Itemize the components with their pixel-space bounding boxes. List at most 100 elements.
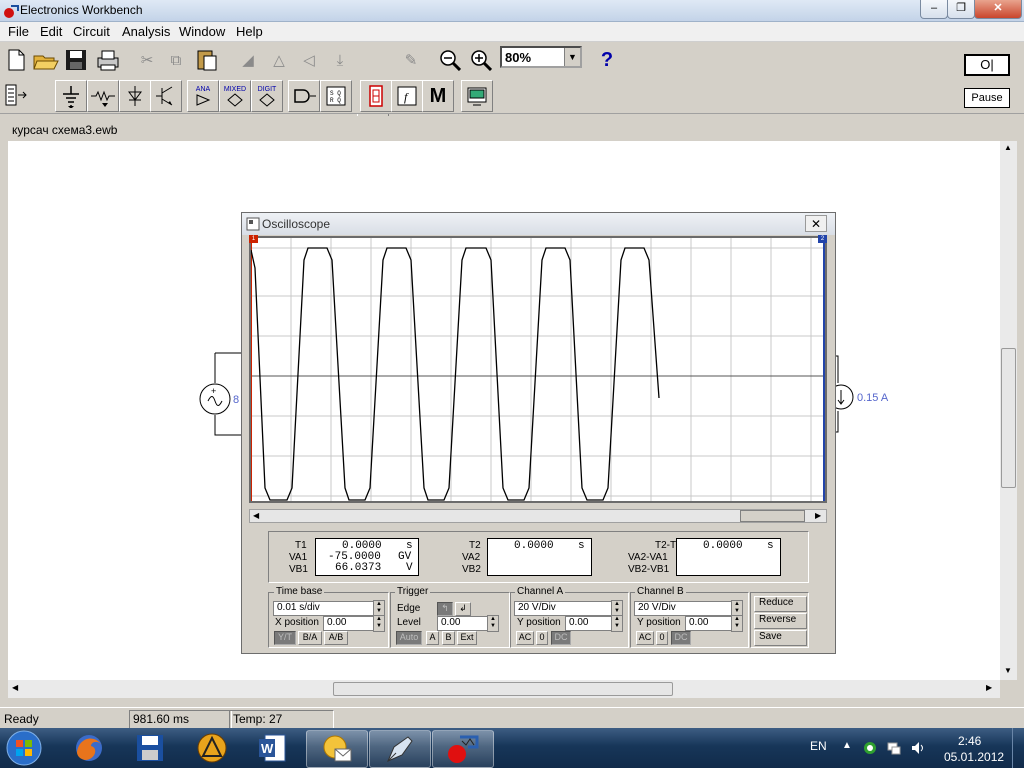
archiver-taskbar-icon[interactable] [182,730,242,766]
transistors-bin-icon[interactable] [150,80,182,112]
pen-taskbar-icon[interactable] [369,730,431,768]
word-taskbar-icon[interactable]: W [243,730,303,766]
menu-window[interactable]: Window [179,24,225,39]
maximize-button[interactable]: ❐ [947,0,975,19]
channel-b-ypos-spinner-icon[interactable]: ▲ ▼ [731,615,743,632]
oscilloscope-screen[interactable]: 1 2 [249,235,827,503]
menu-circuit[interactable]: Circuit [73,24,110,39]
level-input[interactable]: 0.00 [437,616,492,631]
paste-icon[interactable] [194,47,220,73]
ba-button[interactable]: B/A [298,631,322,645]
show-desktop-button[interactable] [1012,728,1024,768]
trigger-auto-button[interactable]: Auto [396,631,422,645]
mail-taskbar-icon[interactable] [306,730,368,768]
help-button[interactable]: ? [594,47,620,73]
analog-ics-bin[interactable]: ANA [187,80,219,112]
new-file-icon[interactable] [3,47,29,73]
ab-button[interactable]: A/B [324,631,348,645]
screen-scroll-thumb[interactable] [740,510,805,522]
minimize-button[interactable]: – [920,0,948,19]
scroll-left-icon[interactable]: ◀ [12,683,18,692]
edge-rising-icon[interactable]: ↰ [437,602,453,616]
zoom-out-icon[interactable] [437,47,463,73]
digital-bin-icon[interactable]: S QR Q [320,80,352,112]
instruments-bin-icon[interactable] [461,80,493,112]
channel-a-dc-button[interactable]: DC [551,631,571,645]
trigger-b-button[interactable]: B [442,631,455,645]
cursor-2-marker[interactable]: 2 [818,235,827,243]
channel-a-ypos-spinner-icon[interactable]: ▲ ▼ [611,615,623,632]
volume-icon[interactable] [910,740,926,756]
zoom-select[interactable]: 80% ▼ [500,46,582,68]
reduce-button[interactable]: Reduce [754,596,807,612]
scroll-down-icon[interactable]: ▼ [1004,666,1012,675]
indicators-bin-icon[interactable] [360,80,392,112]
start-button-icon[interactable] [4,729,44,767]
tray-expand-icon[interactable]: ▲ [842,740,852,751]
channel-a-zero-button[interactable]: 0 [536,631,548,645]
oscilloscope-close-icon[interactable]: ✕ [805,215,827,232]
menu-help[interactable]: Help [236,24,263,39]
copy-icon[interactable]: ⧉ [163,47,189,73]
scroll-up-icon[interactable]: ▲ [1004,143,1012,152]
language-indicator[interactable]: EN [810,739,827,753]
flip-vertical-icon[interactable]: ◁ [296,47,322,73]
channel-a-scale-select[interactable]: 20 V/Div [514,601,616,616]
logic-gates-bin-icon[interactable] [288,80,320,112]
power-switch[interactable]: O| [964,54,1010,76]
sources-bin-icon[interactable] [55,80,87,112]
level-spinner-icon[interactable]: ▲ ▼ [487,615,499,632]
firefox-taskbar-icon[interactable] [59,730,119,766]
channel-b-ypos-input[interactable]: 0.00 [685,616,736,631]
oscilloscope-title-bar[interactable]: Oscilloscope [242,213,835,235]
screen-scroll-right-icon[interactable]: ▶ [815,511,821,520]
channel-b-dc-button[interactable]: DC [671,631,691,645]
xpos-input[interactable]: 0.00 [323,616,378,631]
flip-horizontal-icon[interactable]: △ [266,47,292,73]
clock-time[interactable]: 2:46 [958,734,981,748]
channel-a-ypos-input[interactable]: 0.00 [565,616,616,631]
open-folder-icon[interactable] [33,47,59,73]
vertical-scroll-thumb[interactable] [1001,348,1016,488]
miscellaneous-bin[interactable]: M [422,80,454,112]
menu-analysis[interactable]: Analysis [122,24,170,39]
save-icon[interactable] [63,47,89,73]
screen-scroll-left-icon[interactable]: ◀ [253,511,259,520]
rotate-icon[interactable]: ◢ [235,47,261,73]
save-taskbar-icon[interactable] [120,730,180,766]
trigger-ext-button[interactable]: Ext [457,631,477,645]
screen-scrollbar[interactable]: ◀ ▶ [249,509,827,523]
channel-b-zero-button[interactable]: 0 [656,631,668,645]
cut-icon[interactable]: ✂ [134,47,160,73]
digital-ics-bin[interactable]: DIGIT [251,80,283,112]
subcircuit-icon[interactable]: ⤓ [327,47,353,73]
current-source-symbol[interactable] [832,355,860,435]
close-button[interactable]: ✕ [974,0,1022,19]
diodes-bin-icon[interactable] [119,80,151,112]
clock-date[interactable]: 05.01.2012 [944,750,1004,764]
zoom-in-icon[interactable] [468,47,494,73]
electronics-workbench-taskbar-icon[interactable] [432,730,494,768]
save-button[interactable]: Save [754,630,807,646]
horizontal-scroll-thumb[interactable] [333,682,673,696]
tray-app-icon[interactable] [863,741,877,755]
timebase-select[interactable]: 0.01 s/div [273,601,378,616]
network-icon[interactable] [887,741,901,755]
channel-b-ac-button[interactable]: AC [636,631,654,645]
controls-bin-icon[interactable]: f [391,80,423,112]
channel-b-scale-select[interactable]: 20 V/Div [634,601,736,616]
mixed-ics-bin[interactable]: MIXED [219,80,251,112]
pause-button[interactable]: Pause [964,88,1010,108]
channel-a-ac-button[interactable]: AC [516,631,534,645]
yt-button[interactable]: Y/T [274,631,296,645]
menu-file[interactable]: File [8,24,29,39]
basic-bin-icon[interactable] [87,80,119,112]
reverse-button[interactable]: Reverse [754,613,807,629]
favorites-bin-icon[interactable] [4,82,30,108]
trigger-a-button[interactable]: A [426,631,439,645]
xpos-spinner-icon[interactable]: ▲ ▼ [373,615,385,632]
scroll-right-icon[interactable]: ▶ [986,683,992,692]
cursor-1-marker[interactable]: 1 [249,235,258,243]
edge-falling-icon[interactable]: ↲ [455,602,471,616]
print-icon[interactable] [95,47,121,73]
